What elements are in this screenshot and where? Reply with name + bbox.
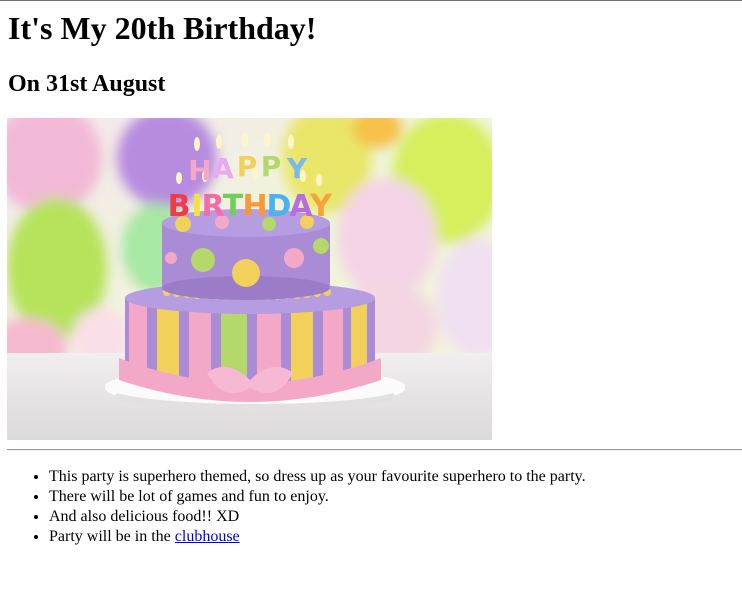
- clubhouse-link[interactable]: clubhouse: [175, 528, 240, 545]
- candle-letter: H: [188, 154, 211, 187]
- page-title: It's My 20th Birthday!: [8, 10, 317, 46]
- candle-letter: H: [242, 189, 267, 224]
- candle-letter: D: [267, 189, 292, 224]
- candle-letter: R: [201, 189, 224, 224]
- candle-letter: A: [212, 152, 234, 185]
- list-item-location: Party will be in the clubhouse: [49, 527, 586, 547]
- list-item: There will be lot of games and fun to en…: [49, 487, 586, 507]
- candle-letter: Y: [286, 152, 308, 185]
- candle-letter: P: [237, 150, 258, 183]
- list-item: This party is superhero themed, so dress…: [49, 467, 586, 487]
- location-prefix: Party will be in the: [49, 528, 175, 545]
- candle-letter: B: [168, 189, 191, 224]
- page-subtitle: On 31st August: [8, 71, 166, 97]
- candle-letter: P: [261, 150, 282, 183]
- list-item: And also delicious food!! XD: [49, 507, 586, 527]
- section-divider: [7, 449, 742, 451]
- party-details-list: This party is superhero themed, so dress…: [0, 467, 586, 547]
- candle-letter: Y: [309, 189, 333, 224]
- candle-letter: T: [223, 189, 244, 224]
- top-divider: [0, 0, 742, 1]
- birthday-cake-image: H A P P Y B I R T H D A Y: [7, 118, 492, 440]
